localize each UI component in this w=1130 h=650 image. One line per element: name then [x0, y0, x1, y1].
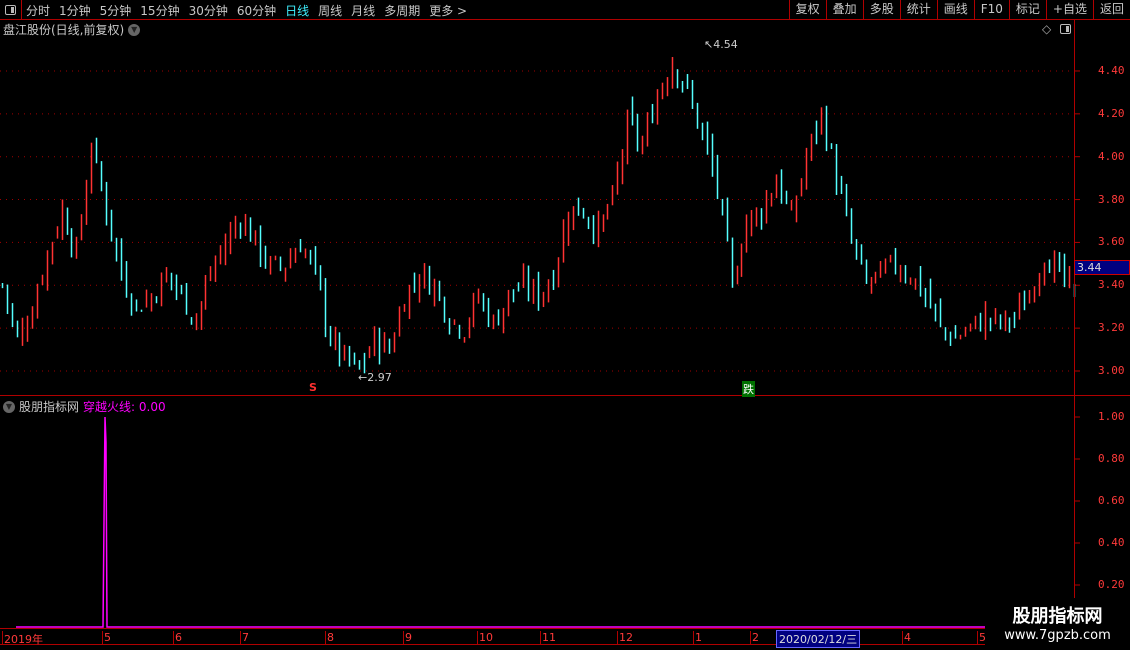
indicator-value: 穿越火线: 0.00	[83, 400, 166, 414]
watermark: 股朋指标网 www.7gpzb.com	[985, 598, 1130, 650]
candlestick-chart[interactable]	[0, 0, 1130, 650]
date-label: 12	[617, 631, 633, 645]
price-tick: 3.00	[1098, 364, 1125, 377]
low-price-label: ←2.97	[358, 371, 392, 384]
price-tick: 4.00	[1098, 149, 1125, 163]
high-price-label: ↖4.54	[704, 38, 738, 51]
date-label: 1	[693, 631, 702, 645]
date-label: 5	[102, 631, 111, 645]
pane-divider[interactable]	[0, 395, 1130, 396]
price-tick: 4.20	[1098, 106, 1125, 120]
indicator-line	[16, 416, 1074, 628]
indicator-tick: 0.20	[1098, 578, 1125, 591]
indicator-tick: 0.60	[1098, 494, 1125, 507]
price-tick: 3.20	[1098, 321, 1125, 335]
watermark-url: www.7gpzb.com	[1004, 628, 1111, 643]
low-value: 2.97	[367, 371, 392, 384]
date-label: 4	[902, 631, 911, 645]
signal-s-marker: S	[309, 381, 317, 394]
price-tick: 4.40	[1098, 63, 1125, 77]
date-label: 2	[750, 631, 759, 645]
chevron-down-icon[interactable]: ▼	[3, 400, 15, 413]
date-label: 11	[540, 631, 556, 645]
watermark-name: 股朋指标网	[1012, 606, 1103, 627]
price-tick: 3.80	[1098, 192, 1125, 206]
current-price-tag: 3.44	[1074, 260, 1130, 275]
high-value: 4.54	[713, 38, 738, 51]
signal-fall-marker: 跌	[742, 381, 755, 397]
indicator-tick: 0.80	[1098, 452, 1125, 465]
date-label: 8	[325, 631, 334, 645]
date-label: 2019年	[2, 631, 43, 646]
date-label: 7	[240, 631, 249, 645]
price-tick: 3.40	[1098, 278, 1125, 292]
date-axis: 2019年 5 6 7 8 9 10 11 12 1 2 4 5	[0, 628, 1130, 646]
price-tick: 3.60	[1098, 235, 1125, 249]
date-label: 9	[403, 631, 412, 645]
indicator-tick: 1.00	[1098, 410, 1125, 423]
y-axis-line	[1074, 20, 1075, 628]
cursor-date: 2020/02/12/三	[776, 630, 861, 648]
date-label: 6	[173, 631, 182, 645]
indicator-name: 股朋指标网	[19, 400, 80, 414]
indicator-tick: 0.40	[1098, 536, 1125, 549]
indicator-title: ▼ 股朋指标网 穿越火线: 0.00	[3, 398, 166, 415]
date-label: 10	[477, 631, 493, 645]
